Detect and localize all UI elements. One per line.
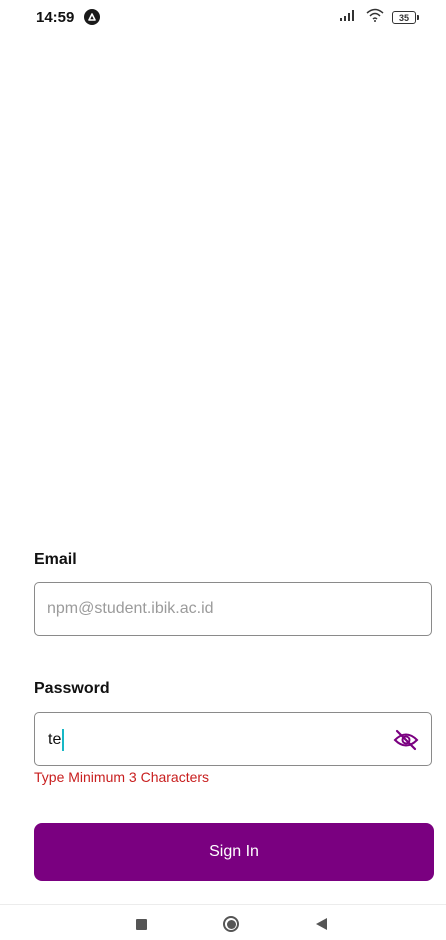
- battery-icon: 35: [392, 11, 419, 24]
- password-label: Password: [34, 680, 110, 697]
- signal-icon: [340, 8, 358, 27]
- email-label: Email: [34, 551, 77, 568]
- triangle-back-icon: [315, 918, 327, 930]
- password-error: Type Minimum 3 Characters: [34, 769, 210, 785]
- password-value: te: [48, 731, 62, 748]
- a-circle-icon: [84, 9, 100, 25]
- text-cursor: [62, 729, 65, 751]
- eye-off-icon[interactable]: [393, 727, 419, 753]
- recents-button[interactable]: [130, 913, 152, 935]
- home-button[interactable]: [220, 913, 242, 935]
- status-bar: 14:59 35: [0, 0, 446, 36]
- email-input[interactable]: [35, 583, 431, 635]
- password-input[interactable]: te: [34, 712, 432, 766]
- email-field-container: [34, 582, 432, 636]
- password-value-wrapper: te: [48, 713, 65, 767]
- status-time: 14:59: [36, 9, 75, 26]
- circle-icon: [223, 916, 239, 932]
- square-icon: [135, 918, 147, 930]
- navigation-bar: [0, 905, 446, 940]
- sign-in-button[interactable]: Sign In: [34, 823, 434, 881]
- status-icons: 35: [340, 8, 419, 27]
- back-button[interactable]: [310, 913, 332, 935]
- wifi-icon: [366, 8, 384, 27]
